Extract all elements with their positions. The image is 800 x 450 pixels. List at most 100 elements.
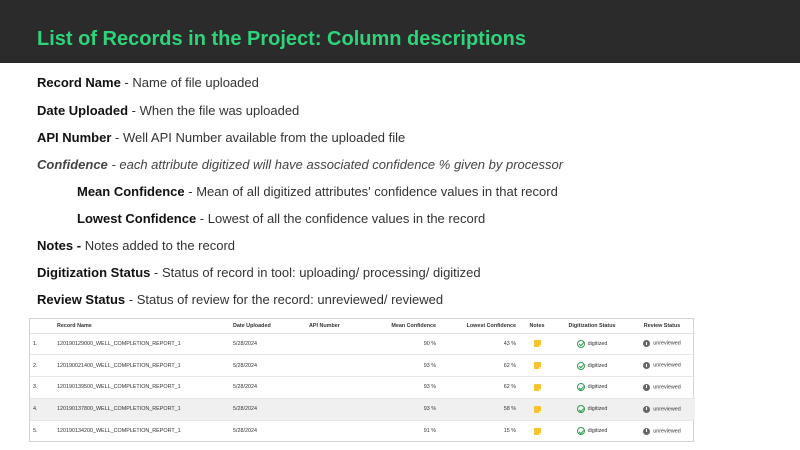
header-mean-confidence[interactable]: Mean Confidence <box>364 319 439 334</box>
api-number-cell <box>306 333 364 356</box>
description-api-number: API Number - Well API Number available f… <box>37 130 405 146</box>
review-status-cell: unreviewed <box>629 333 695 356</box>
description-term: Digitization Status <box>37 265 151 280</box>
digitization-status-cell: digitized <box>555 398 629 421</box>
row-index: 2. <box>30 354 54 378</box>
description-record-name: Record Name - Name of file uploaded <box>37 75 259 91</box>
description-text: Name of file uploaded <box>132 75 259 90</box>
record-name-cell[interactable]: 120190021400_WELL_COMPLETION_REPORT_1 <box>54 354 230 378</box>
description-separator: - <box>128 103 140 118</box>
header-digitization-status[interactable]: Digitization Status <box>555 319 629 334</box>
header-review-status[interactable]: Review Status <box>629 319 695 334</box>
api-number-cell <box>306 376 364 399</box>
table-row[interactable]: 2. 120190021400_WELL_COMPLETION_REPORT_1… <box>30 354 695 378</box>
row-index: 5. <box>33 428 38 435</box>
record-name-cell[interactable]: 120190137800_WELL_COMPLETION_REPORT_1 <box>54 398 230 421</box>
digitization-status-cell: digitized <box>555 354 629 378</box>
sticky-note-icon[interactable] <box>533 427 541 435</box>
header-lowest-confidence[interactable]: Lowest Confidence <box>439 319 519 334</box>
lowest-confidence-cell: 43 % <box>439 333 519 356</box>
description-text: Notes added to the record <box>84 238 236 253</box>
description-text: When the file was uploaded <box>139 103 300 118</box>
slide-title: List of Records in the Project: Column d… <box>37 28 526 50</box>
review-status-cell: unreviewed <box>629 354 695 378</box>
description-text: Status of record in tool: uploading/ pro… <box>161 265 481 280</box>
description-text: Mean of all digitized attributes' confid… <box>196 184 558 199</box>
header-record-name[interactable]: Record Name <box>54 319 230 334</box>
sticky-note-icon[interactable] <box>533 383 541 391</box>
description-mean-confidence: Mean Confidence - Mean of all digitized … <box>77 184 558 200</box>
sticky-note-icon[interactable] <box>533 340 541 348</box>
description-separator: - <box>107 157 120 172</box>
description-term: Notes - <box>37 238 82 253</box>
info-circle-icon <box>643 383 651 391</box>
table-row[interactable]: 5. 120190134200_WELL_COMPLETION_REPORT_1… <box>30 420 695 442</box>
digitization-status-text: digitized <box>587 406 608 413</box>
notes-cell <box>519 333 555 356</box>
check-circle-icon <box>576 361 585 370</box>
description-separator: - <box>184 184 197 199</box>
info-circle-icon <box>643 427 651 435</box>
header-notes[interactable]: Notes <box>519 319 555 334</box>
record-name-cell[interactable]: 120190134200_WELL_COMPLETION_REPORT_1 <box>54 420 230 442</box>
record-name-cell[interactable]: 120190129000_WELL_COMPLETION_REPORT_1 <box>54 333 230 356</box>
api-number-cell <box>306 354 364 378</box>
lowest-confidence-cell: 62 % <box>439 376 519 399</box>
description-lowest-confidence: Lowest Confidence - Lowest of all the co… <box>77 211 485 227</box>
description-term: API Number <box>37 130 112 145</box>
description-term: Confidence <box>37 157 108 172</box>
review-status-text: unreviewed <box>653 340 681 347</box>
api-number-cell <box>306 398 364 421</box>
description-text: Lowest of all the confidence values in t… <box>207 211 486 226</box>
header-index <box>30 319 54 334</box>
description-text: Status of review for the record: unrevie… <box>136 292 444 307</box>
header-date-uploaded[interactable]: Date Uploaded <box>230 319 306 334</box>
check-circle-icon <box>576 405 585 414</box>
record-name-cell[interactable]: 120190139500_WELL_COMPLETION_REPORT_1 <box>54 376 230 399</box>
mean-confidence-cell: 93 % <box>364 398 439 421</box>
review-status-text: unreviewed <box>653 362 681 369</box>
api-number-cell <box>306 420 364 442</box>
mean-confidence-cell: 91 % <box>423 428 436 435</box>
description-notes: Notes - Notes added to the record <box>37 238 235 254</box>
table-row[interactable]: 3. 120190139500_WELL_COMPLETION_REPORT_1… <box>30 376 695 399</box>
row-index: 1. <box>30 333 54 356</box>
check-circle-icon <box>576 383 585 392</box>
digitization-status-cell: digitized <box>555 420 629 442</box>
check-circle-icon <box>576 427 585 436</box>
mean-confidence-cell: 93 % <box>364 376 439 399</box>
date-uploaded-cell: 5/28/2024 <box>230 354 306 378</box>
row-index: 4. <box>30 398 54 421</box>
info-circle-icon <box>643 405 651 413</box>
digitization-status-text: digitized <box>587 340 608 347</box>
lowest-confidence-cell: 62 % <box>439 354 519 378</box>
info-circle-icon <box>643 362 651 370</box>
review-status-text: unreviewed <box>653 384 681 391</box>
digitization-status-cell: digitized <box>555 333 629 356</box>
description-term: Date Uploaded <box>37 103 129 118</box>
slide-header: List of Records in the Project: Column d… <box>0 0 800 63</box>
description-separator: - <box>125 292 137 307</box>
digitization-status-text: digitized <box>587 428 608 435</box>
description-term: Review Status <box>37 292 126 307</box>
sticky-note-icon[interactable] <box>533 405 541 413</box>
digitization-status-text: digitized <box>587 362 608 369</box>
description-term: Mean Confidence <box>77 184 185 199</box>
mean-confidence-cell: 90 % <box>364 333 439 356</box>
digitization-status-text: digitized <box>587 384 608 391</box>
description-separator: - <box>120 75 133 90</box>
header-api-number[interactable]: API Number <box>306 319 364 334</box>
description-digitization-status: Digitization Status - Status of record i… <box>37 265 481 281</box>
table-row[interactable]: 1. 120190129000_WELL_COMPLETION_REPORT_1… <box>30 333 695 356</box>
date-uploaded-cell: 5/28/2024 <box>230 333 306 356</box>
notes-cell <box>519 398 555 421</box>
sticky-note-icon[interactable] <box>533 362 541 370</box>
description-date-uploaded: Date Uploaded - When the file was upload… <box>37 103 299 119</box>
table-row[interactable]: 4. 120190137800_WELL_COMPLETION_REPORT_1… <box>30 398 695 421</box>
review-status-cell: unreviewed <box>629 376 695 399</box>
records-table-screenshot: Record Name Date Uploaded API Number Mea… <box>29 318 695 442</box>
review-status-cell: unreviewed <box>629 398 695 421</box>
description-term: Record Name <box>37 75 121 90</box>
description-separator: - <box>111 130 123 145</box>
review-status-text: unreviewed <box>653 428 681 435</box>
